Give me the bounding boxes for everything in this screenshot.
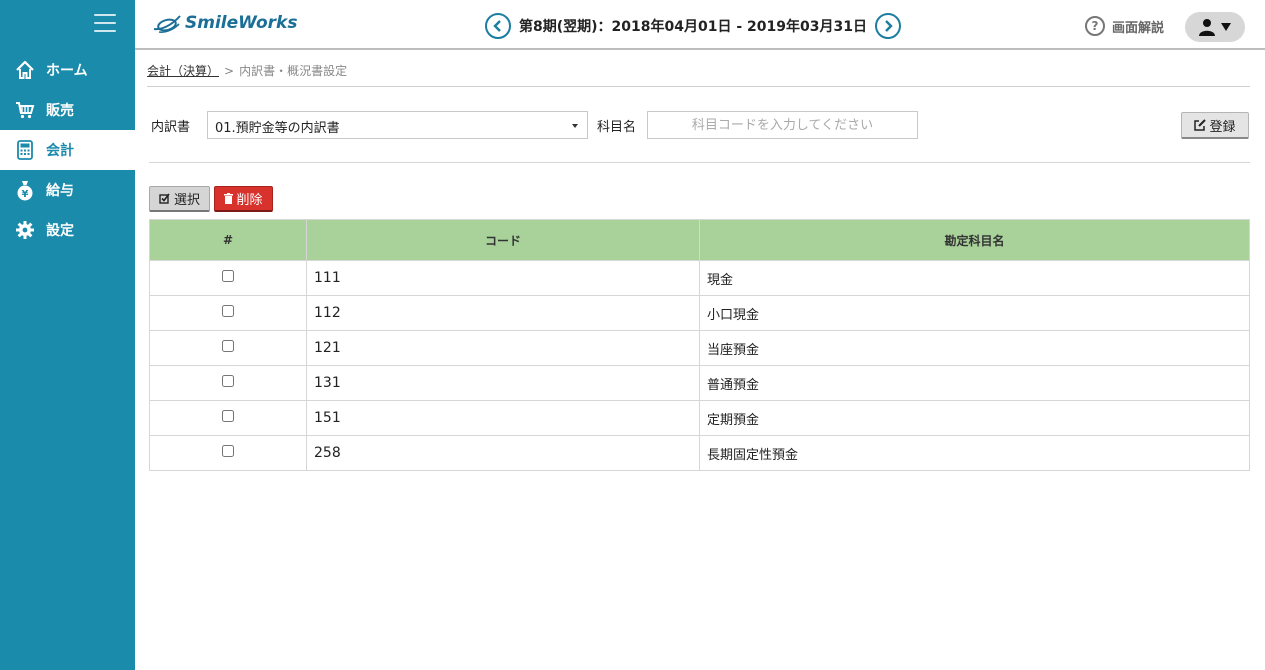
select-button[interactable]: 選択 [149, 186, 210, 212]
table-row[interactable]: 258 長期固定性預金 [149, 435, 1250, 471]
column-header-account-name: 勘定科目名 [699, 219, 1250, 261]
row-checkbox[interactable] [222, 375, 234, 387]
sidebar-item-label: 販売 [46, 103, 74, 119]
home-icon [14, 59, 36, 81]
account-name-cell: 当座預金 [699, 330, 1250, 366]
row-select-cell [149, 365, 307, 401]
account-name-cell: 普通預金 [699, 365, 1250, 401]
fiscal-period-label: 第8期(翌期)：2018年04月01日 - 2019年03月31日 [519, 19, 867, 35]
statement-select[interactable]: 01.預貯金等の内訳書 [207, 111, 588, 139]
account-label: 科目名 [597, 120, 637, 135]
breadcrumb: 会計（決算） > 内訳書・概況書設定 [147, 62, 347, 79]
column-header-code: コード [306, 219, 700, 261]
account-name-cell: 小口現金 [699, 295, 1250, 331]
account-code-cell: 121 [306, 330, 700, 366]
gear-icon [14, 219, 36, 241]
statement-select-value: 01.預貯金等の内訳書 [215, 121, 340, 136]
logo-icon [153, 15, 181, 33]
help-button[interactable]: ? 画面解説 [1085, 16, 1164, 36]
sidebar-item-settings[interactable]: 設定 [0, 210, 135, 250]
prev-period-button[interactable] [485, 13, 511, 39]
breadcrumb-separator: > [224, 63, 235, 78]
edit-icon [1194, 119, 1207, 131]
divider [147, 86, 1250, 87]
table-row[interactable]: 131 普通預金 [149, 365, 1250, 401]
sidebar-item-sales[interactable]: 販売 [0, 90, 135, 130]
cart-icon [14, 99, 36, 121]
brand-logo[interactable]: SmileWorks [153, 12, 297, 34]
svg-text:¥: ¥ [22, 189, 29, 200]
table-row[interactable]: 151 定期預金 [149, 400, 1250, 436]
account-name-cell: 現金 [699, 260, 1250, 296]
row-checkbox[interactable] [222, 305, 234, 317]
row-select-cell [149, 330, 307, 366]
breadcrumb-current: 内訳書・概況書設定 [239, 64, 348, 78]
row-checkbox[interactable] [222, 340, 234, 352]
checkbox-icon [159, 193, 170, 204]
sidebar: ホーム 販売 会計 ¥ 給与 設定 [0, 0, 135, 670]
register-button-label: 登録 [1209, 119, 1236, 135]
money-bag-icon: ¥ [14, 179, 36, 201]
account-code-cell: 131 [306, 365, 700, 401]
table-header-row: # コード 勘定科目名 [149, 219, 1250, 261]
column-header-number: # [149, 219, 307, 261]
divider [149, 162, 1250, 163]
account-code-cell: 151 [306, 400, 700, 436]
row-checkbox[interactable] [222, 445, 234, 457]
caret-down-icon [1221, 23, 1231, 31]
account-code-cell: 111 [306, 260, 700, 296]
delete-button-label: 削除 [236, 193, 263, 208]
table-row[interactable]: 112 小口現金 [149, 295, 1250, 331]
question-icon: ? [1085, 16, 1105, 36]
sidebar-item-label: 給与 [46, 183, 74, 199]
help-label: 画面解説 [1112, 20, 1165, 36]
account-table: # コード 勘定科目名 111 現金 112 小口現金 121 当座預金 131… [149, 219, 1250, 471]
user-icon [1199, 19, 1215, 36]
top-header: SmileWorks 第8期(翌期)：2018年04月01日 - 2019年03… [135, 0, 1265, 50]
breadcrumb-parent-link[interactable]: 会計（決算） [147, 62, 219, 79]
sidebar-item-label: ホーム [46, 63, 88, 79]
sidebar-item-payroll[interactable]: ¥ 給与 [0, 170, 135, 210]
user-menu-button[interactable] [1185, 12, 1245, 42]
sidebar-item-label: 会計 [46, 143, 74, 159]
row-select-cell [149, 295, 307, 331]
account-code-cell: 258 [306, 435, 700, 471]
account-name-cell: 定期預金 [699, 400, 1250, 436]
account-name-cell: 長期固定性預金 [699, 435, 1250, 471]
account-code-input[interactable] [647, 111, 918, 139]
delete-button[interactable]: 削除 [214, 186, 273, 212]
table-row[interactable]: 111 現金 [149, 260, 1250, 296]
chevron-right-icon [885, 20, 893, 32]
statement-label: 内訳書 [151, 120, 191, 135]
register-button[interactable]: 登録 [1181, 112, 1249, 139]
row-checkbox[interactable] [222, 270, 234, 282]
table-row[interactable]: 121 当座預金 [149, 330, 1250, 366]
select-button-label: 選択 [173, 193, 200, 208]
menu-toggle-icon[interactable] [94, 14, 116, 32]
sidebar-item-accounting[interactable]: 会計 [0, 130, 135, 170]
account-code-cell: 112 [306, 295, 700, 331]
sidebar-item-home[interactable]: ホーム [0, 50, 135, 90]
row-select-cell [149, 435, 307, 471]
row-select-cell [149, 260, 307, 296]
chevron-left-icon [493, 20, 501, 32]
row-checkbox[interactable] [222, 410, 234, 422]
trash-icon [224, 193, 234, 204]
next-period-button[interactable] [874, 13, 901, 39]
sidebar-item-label: 設定 [46, 223, 74, 239]
fiscal-period-nav: 第8期(翌期)：2018年04月01日 - 2019年03月31日 [485, 13, 901, 39]
row-select-cell [149, 400, 307, 436]
caret-down-icon [572, 124, 578, 128]
calculator-icon [14, 139, 36, 161]
brand-name: SmileWorks [185, 13, 298, 33]
